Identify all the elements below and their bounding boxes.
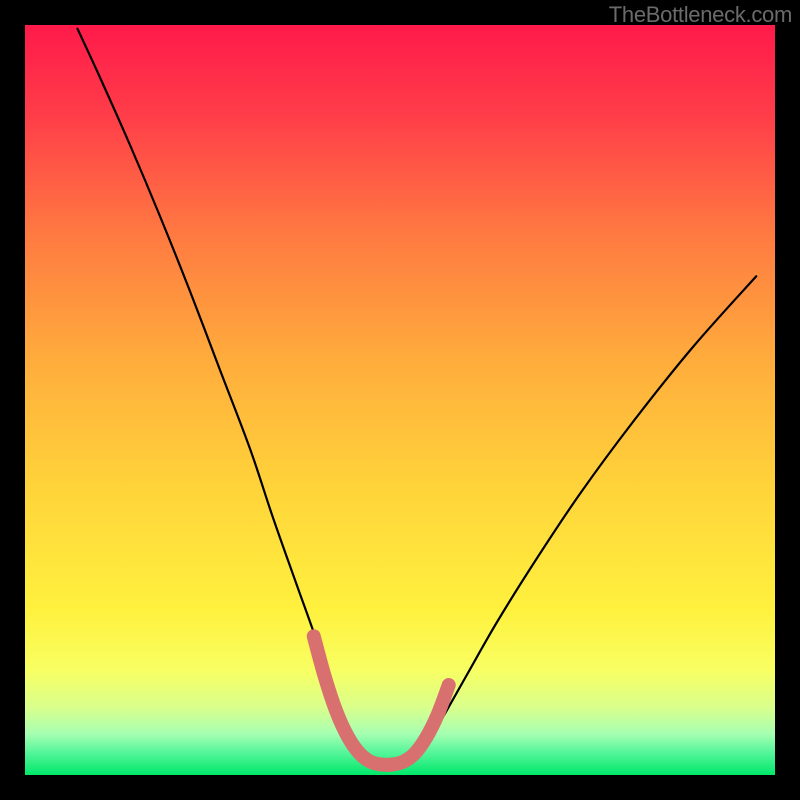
bottleneck-chart: [0, 0, 800, 800]
watermark-text: TheBottleneck.com: [609, 2, 792, 28]
chart-container: TheBottleneck.com: [0, 0, 800, 800]
gradient-background: [25, 25, 775, 775]
